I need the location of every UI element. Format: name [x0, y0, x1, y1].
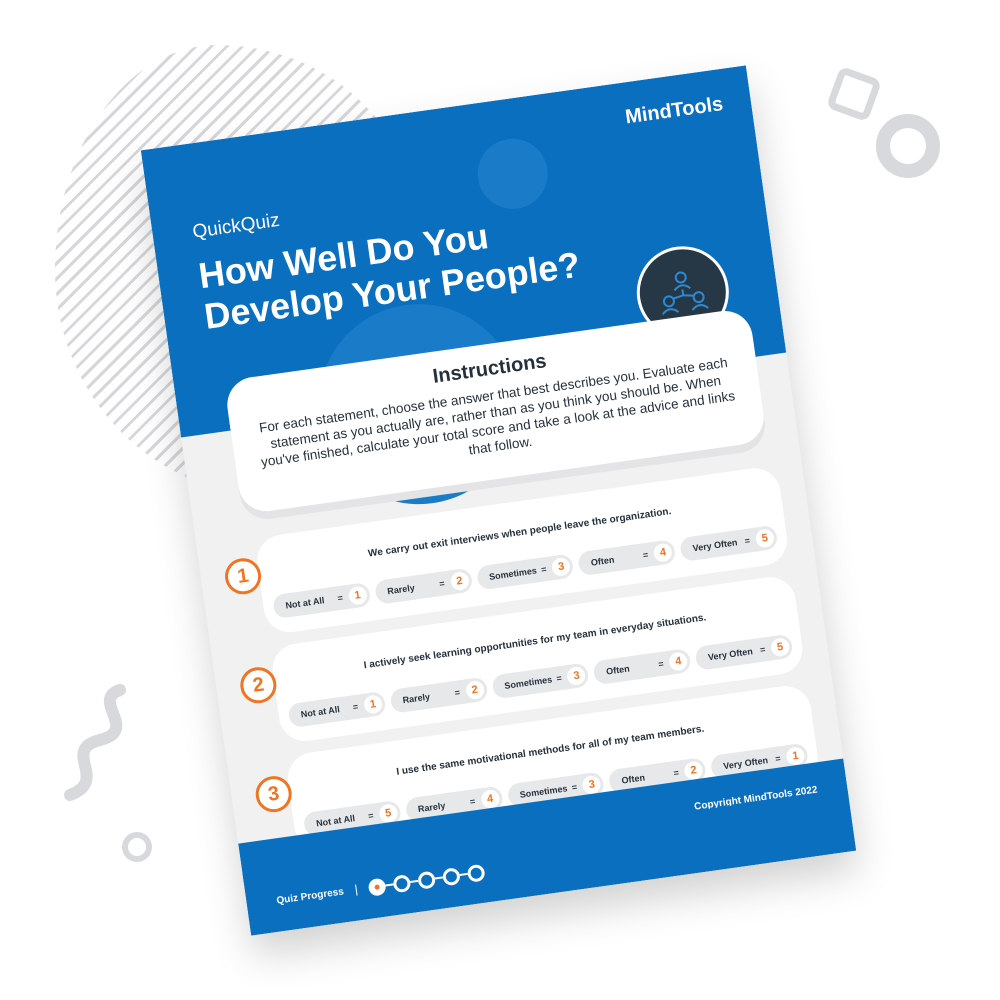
option-label: Very Often [707, 646, 754, 663]
equals-sign: = [555, 672, 563, 684]
answer-option[interactable]: Not at All = 1 [272, 581, 372, 620]
progress-step-dot [416, 870, 436, 890]
answer-option[interactable]: Sometimes = 3 [490, 662, 591, 700]
quiz-progress-label: Quiz Progress [275, 884, 358, 907]
answer-option[interactable]: Very Often = 5 [679, 524, 779, 562]
option-score: 1 [347, 585, 368, 606]
equals-sign: = [438, 578, 446, 589]
equals-sign: = [336, 592, 344, 604]
option-label: Often [620, 772, 646, 786]
option-label: Not at All [284, 595, 326, 611]
equals-sign: = [352, 701, 359, 713]
option-score: 5 [769, 637, 791, 658]
mindtools-logo: MindTools [623, 93, 725, 129]
answer-option[interactable]: Sometimes = 3 [475, 553, 575, 591]
ring-decoration [876, 114, 940, 178]
equals-sign: = [672, 767, 680, 779]
question-number: 1 [222, 555, 264, 597]
answer-option[interactable]: Very Often = 5 [694, 633, 794, 671]
option-score: 3 [551, 556, 572, 578]
progress-step-dot [367, 877, 387, 897]
option-score: 4 [668, 651, 689, 672]
option-score: 4 [652, 542, 674, 563]
option-score: 5 [754, 528, 776, 549]
answer-option[interactable]: Often = 4 [577, 539, 677, 577]
option-label: Very Often [722, 755, 769, 772]
equals-sign: = [642, 549, 649, 561]
option-label: Rarely [417, 800, 446, 815]
squiggle-decoration [64, 684, 126, 801]
option-label: Not at All [300, 704, 341, 720]
option-label: Very Often [692, 537, 739, 554]
equals-sign: = [453, 687, 461, 698]
equals-sign: = [759, 644, 766, 656]
option-score: 3 [566, 665, 587, 687]
answer-option[interactable]: Rarely = 2 [373, 567, 474, 605]
option-score: 2 [464, 679, 485, 701]
option-label: Rarely [386, 582, 416, 597]
quiz-kicker: QuickQuiz [191, 209, 281, 243]
answer-option[interactable]: Not at All = 1 [287, 690, 387, 729]
equals-sign: = [657, 658, 665, 670]
answer-option[interactable]: Often = 4 [592, 647, 692, 686]
small-ring-decoration [122, 832, 152, 862]
option-label: Rarely [401, 691, 431, 706]
option-label: Often [605, 663, 631, 677]
equals-sign: = [744, 535, 751, 547]
square-decoration [825, 65, 883, 123]
progress-step-dot [466, 863, 486, 883]
option-label: Not at All [315, 813, 356, 829]
quiz-page: MindTools QuickQuiz How Well Do You Deve… [140, 65, 857, 936]
quiz-progress-indicator [367, 863, 486, 897]
option-label: Sometimes [488, 565, 538, 582]
question-number: 3 [253, 773, 295, 815]
equals-sign: = [540, 564, 548, 575]
option-label: Sometimes [503, 674, 553, 691]
equals-sign: = [774, 753, 782, 764]
answer-option[interactable]: Rarely = 2 [389, 676, 489, 714]
option-score: 2 [449, 571, 470, 592]
equals-sign: = [367, 810, 375, 822]
progress-step-dot [392, 873, 412, 893]
option-score: 1 [362, 694, 384, 715]
progress-step-dot [441, 866, 461, 886]
equals-sign: = [469, 796, 476, 807]
option-label: Often [590, 554, 615, 568]
equals-sign: = [571, 781, 578, 793]
question-number: 2 [238, 664, 279, 706]
